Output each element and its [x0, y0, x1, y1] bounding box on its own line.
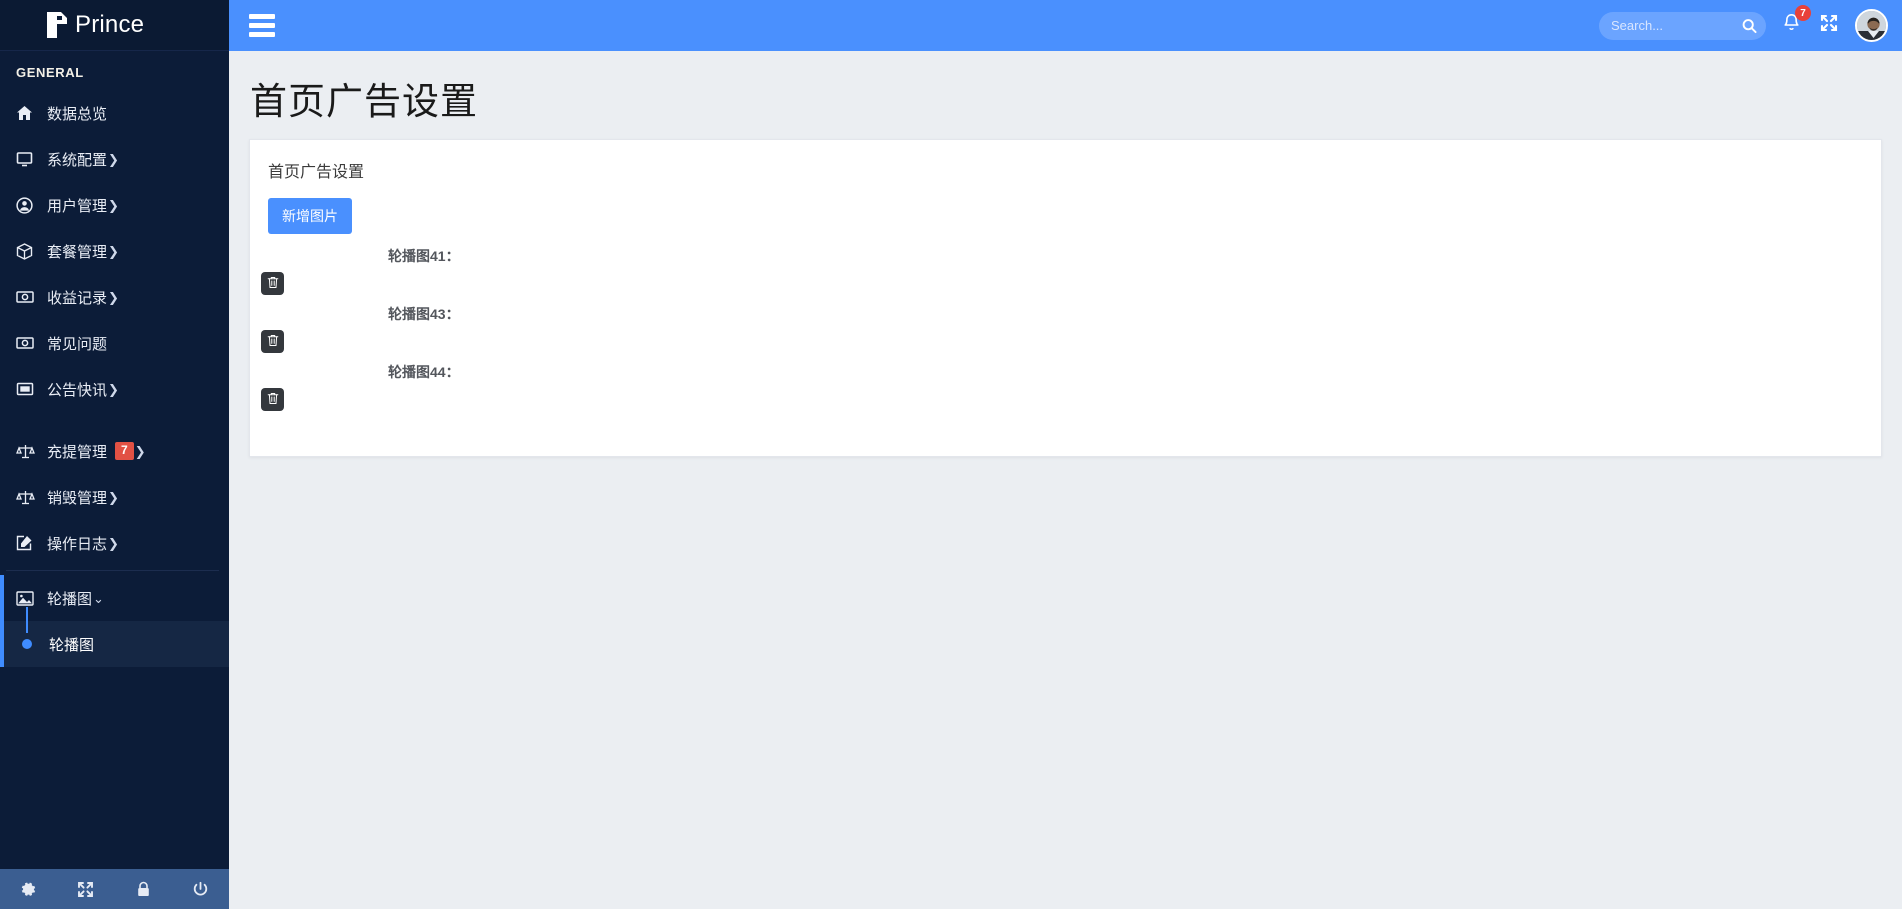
submenu-bullet-icon	[22, 639, 32, 649]
sidebar-item-user-management[interactable]: 用户管理 ❯	[0, 182, 229, 228]
sidebar-section-title: GENERAL	[16, 65, 84, 80]
chevron-right-icon: ❯	[108, 489, 119, 505]
delete-banner-button[interactable]	[261, 330, 284, 353]
sidebar-item-dashboard[interactable]: 数据总览	[0, 90, 229, 136]
home-icon	[16, 105, 42, 121]
sidebar-item-label: 操作日志	[47, 535, 108, 553]
hamburger-icon[interactable]	[245, 10, 279, 41]
expand-arrows-icon[interactable]	[57, 869, 114, 909]
card-header-title: 首页广告设置	[268, 164, 365, 181]
search-icon[interactable]	[1742, 18, 1757, 33]
sidebar-item-label: 系统配置	[47, 151, 108, 169]
sidebar-item-label: 收益记录	[47, 289, 108, 307]
delete-banner-button[interactable]	[261, 272, 284, 295]
sidebar-item-label: 数据总览	[47, 105, 108, 123]
sidebar-item-destroy-management[interactable]: 销毁管理 ❯	[0, 474, 229, 520]
trash-icon	[267, 334, 279, 350]
chevron-right-icon: ❯	[108, 381, 119, 397]
menu-divider	[6, 570, 219, 571]
sidebar-item-deposit-withdraw[interactable]: 充提管理 7 ❯	[0, 428, 229, 474]
sidebar-item-package-management[interactable]: 套餐管理 ❯	[0, 228, 229, 274]
chevron-right-icon: ❯	[108, 151, 119, 167]
sidebar-item-label: 销毁管理	[47, 489, 108, 507]
search-box[interactable]	[1599, 11, 1766, 40]
delete-banner-button[interactable]	[261, 388, 284, 411]
sidebar-item-label: 公告快讯	[47, 381, 108, 399]
sidebar-subitem-label: 轮播图	[49, 636, 95, 654]
balance-scale-icon	[16, 443, 42, 459]
status-badge: 7	[115, 442, 134, 460]
notification-count-badge: 7	[1795, 5, 1811, 21]
app-root: Prince GENERAL 数据总览 系统配置 ❯ 用户管理 ❯ 套餐管理 ❯…	[0, 0, 1902, 909]
sidebar-item-label: 充提管理	[47, 443, 108, 461]
user-circle-icon	[16, 196, 42, 214]
chevron-right-icon: ❯	[108, 243, 119, 259]
sidebar-item-label: 常见问题	[47, 335, 108, 353]
avatar[interactable]	[1855, 9, 1888, 42]
topbar: 7	[229, 0, 1902, 51]
expand-arrows-icon	[1819, 13, 1839, 38]
prince-p-logo-icon	[43, 10, 69, 40]
page-title: 首页广告设置	[250, 81, 478, 122]
sidebar-item-system-config[interactable]: 系统配置 ❯	[0, 136, 229, 182]
money-icon	[16, 290, 42, 304]
search-input[interactable]	[1611, 18, 1731, 33]
chevron-right-icon: ❯	[108, 197, 119, 213]
sidebar-item-label: 套餐管理	[47, 243, 108, 261]
sidebar-submenu-carousel: 轮播图	[0, 607, 229, 667]
balance-scale-icon	[16, 489, 42, 505]
sidebar-item-announcements[interactable]: 公告快讯 ❯	[0, 366, 229, 412]
submenu-stem	[26, 607, 28, 633]
banner-label: 轮播图44：	[388, 364, 460, 380]
edit-square-icon	[16, 535, 42, 551]
money-icon	[16, 336, 42, 350]
image-icon	[16, 590, 42, 606]
banner-row: 轮播图41：	[250, 240, 1881, 298]
banner-row: 轮播图43：	[250, 298, 1881, 356]
sidebar-item-income-records[interactable]: 收益记录 ❯	[0, 274, 229, 320]
trash-icon	[267, 276, 279, 292]
chevron-right-icon: ❯	[134, 443, 146, 459]
sidebar-footer	[0, 869, 229, 909]
trash-icon	[267, 392, 279, 408]
topbar-actions: 7	[1599, 5, 1888, 42]
sidebar: Prince GENERAL 数据总览 系统配置 ❯ 用户管理 ❯ 套餐管理 ❯…	[0, 0, 229, 909]
chevron-right-icon: ❯	[108, 535, 119, 551]
desktop-icon	[16, 151, 42, 167]
chevron-down-icon: ⌄	[93, 590, 104, 606]
window-icon	[16, 382, 42, 396]
box-icon	[16, 242, 42, 260]
ad-settings-card: 首页广告设置 新增图片 轮播图41： 轮播图43： 轮播图44：	[249, 139, 1882, 457]
lock-icon[interactable]	[115, 869, 172, 909]
sidebar-item-faq[interactable]: 常见问题	[0, 320, 229, 366]
add-image-button[interactable]: 新增图片	[268, 198, 352, 234]
sidebar-item-label: 轮播图	[47, 590, 93, 608]
banner-list: 轮播图41： 轮播图43： 轮播图44：	[250, 240, 1881, 414]
sidebar-item-carousel[interactable]: 轮播图 ⌄	[0, 575, 229, 621]
power-icon[interactable]	[172, 869, 229, 909]
sidebar-item-operation-log[interactable]: 操作日志 ❯	[0, 520, 229, 566]
main-content: 首页广告设置 首页广告设置 新增图片 轮播图41： 轮播图43： 轮播图44：	[229, 51, 1902, 909]
chevron-right-icon: ❯	[108, 289, 119, 305]
brand-name: Prince	[75, 11, 145, 38]
sidebar-menu: GENERAL 数据总览 系统配置 ❯ 用户管理 ❯ 套餐管理 ❯ 收益记录 ❯…	[0, 51, 229, 869]
notifications-button[interactable]: 7	[1780, 5, 1811, 40]
brand[interactable]: Prince	[0, 0, 229, 51]
sidebar-subitem-carousel[interactable]: 轮播图	[0, 607, 229, 667]
banner-label: 轮播图41：	[388, 248, 460, 264]
banner-label: 轮播图43：	[388, 306, 460, 322]
gear-icon[interactable]	[0, 869, 57, 909]
banner-row: 轮播图44：	[250, 356, 1881, 414]
sidebar-item-label: 用户管理	[47, 197, 108, 215]
fullscreen-button[interactable]	[1817, 11, 1841, 40]
